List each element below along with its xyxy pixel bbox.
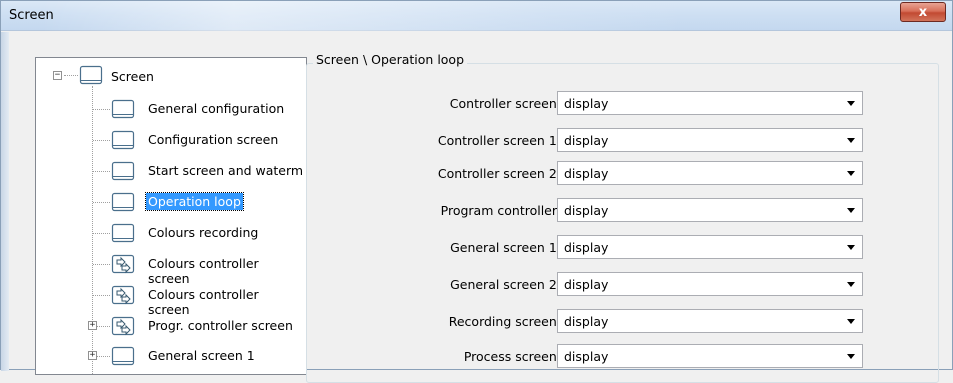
field-label: Controller screen 2:: [437, 166, 561, 181]
tree-connector: [93, 171, 110, 172]
tree-item[interactable]: General configuration: [146, 100, 286, 117]
dropdown-value: display: [564, 165, 609, 181]
field-row: General screen 1: display: [331, 235, 871, 261]
display-dropdown[interactable]: display: [557, 309, 863, 333]
dropdown-value: display: [564, 202, 609, 218]
chevron-down-icon[interactable]: [847, 354, 855, 359]
tree-item[interactable]: Colours controller screen: [146, 255, 306, 287]
field-row: Process screen: display: [331, 344, 871, 370]
screen-icon: [111, 346, 135, 366]
field-label: Recording screen:: [448, 314, 561, 329]
screen-icon: [111, 161, 135, 181]
display-dropdown[interactable]: display: [557, 235, 863, 259]
display-dropdown[interactable]: display: [557, 161, 863, 185]
program-screen-icon: [111, 285, 135, 305]
field-label: General screen 1:: [450, 240, 561, 255]
field-row: Controller screen 1: display: [331, 128, 871, 154]
expand-icon[interactable]: +: [88, 351, 97, 360]
expand-icon[interactable]: +: [88, 321, 97, 330]
tree-connector: [64, 75, 78, 76]
chevron-down-icon[interactable]: [847, 208, 855, 213]
field-label: Process screen:: [463, 349, 561, 364]
program-screen-icon: [111, 254, 135, 274]
tree-connector: [93, 202, 110, 203]
close-icon: x: [918, 4, 928, 20]
chevron-down-icon[interactable]: [847, 319, 855, 324]
dropdown-value: display: [564, 348, 609, 364]
tree-item-screen[interactable]: Screen: [109, 68, 156, 85]
dropdown-value: display: [564, 239, 609, 255]
tree-item[interactable]: General screen 1: [146, 347, 257, 364]
dropdown-value: display: [564, 132, 609, 148]
display-dropdown[interactable]: display: [557, 128, 863, 152]
display-dropdown[interactable]: display: [557, 272, 863, 296]
dropdown-value: display: [564, 276, 609, 292]
dialog-window: Screen x − Screen General configuration Con…: [0, 0, 953, 383]
close-button[interactable]: x: [900, 2, 946, 22]
tree-item[interactable]: Start screen and waterm: [146, 162, 305, 179]
tree-view[interactable]: − Screen General configuration Configuratio…: [35, 57, 307, 375]
dropdown-value: display: [564, 313, 609, 329]
field-row: General screen 2: display: [331, 272, 871, 298]
tree-item[interactable]: Colours controller screen: [146, 286, 306, 318]
field-label: General screen 2:: [450, 277, 561, 292]
collapse-icon[interactable]: −: [53, 71, 62, 80]
field-label: Program controller:: [440, 203, 561, 218]
chevron-down-icon[interactable]: [847, 245, 855, 250]
field-row: Program controller: display: [331, 198, 871, 224]
field-row: Controller screen 2: display: [331, 161, 871, 187]
tree-connector: [93, 140, 110, 141]
chevron-down-icon[interactable]: [847, 171, 855, 176]
title-bar[interactable]: Screen x: [1, 1, 952, 31]
display-dropdown[interactable]: display: [557, 198, 863, 222]
screen-icon: [111, 192, 135, 212]
tree-item[interactable]: Progr. controller screen: [146, 317, 295, 334]
display-dropdown[interactable]: display: [557, 91, 863, 115]
field-label: Controller screen 1:: [437, 133, 561, 148]
screen-icon: [111, 223, 135, 243]
tree-connector: [92, 86, 93, 374]
chevron-down-icon[interactable]: [847, 138, 855, 143]
chevron-down-icon[interactable]: [847, 282, 855, 287]
tree-item[interactable]: Operation loop: [145, 192, 244, 211]
window-frame-left: [1, 32, 9, 371]
title-bar-glass: [41, 1, 681, 31]
display-dropdown[interactable]: display: [557, 344, 863, 368]
field-label: Controller screen:: [449, 96, 561, 111]
tree-item[interactable]: Colours recording: [146, 224, 260, 241]
tree-connector: [93, 295, 110, 296]
window-title: Screen: [9, 8, 54, 23]
tree-connector: [93, 264, 110, 265]
tree-item[interactable]: Configuration screen: [146, 131, 280, 148]
screen-icon: [79, 65, 103, 85]
field-row: Recording screen: display: [331, 309, 871, 335]
tree-connector: [93, 109, 110, 110]
screen-icon: [111, 130, 135, 150]
groupbox-title: Screen \ Operation loop: [313, 52, 468, 67]
field-row: Controller screen: display: [331, 91, 871, 117]
screen-icon: [111, 99, 135, 119]
chevron-down-icon[interactable]: [847, 101, 855, 106]
dropdown-value: display: [564, 95, 609, 111]
tree-connector: [93, 233, 110, 234]
program-screen-icon: [111, 316, 135, 336]
